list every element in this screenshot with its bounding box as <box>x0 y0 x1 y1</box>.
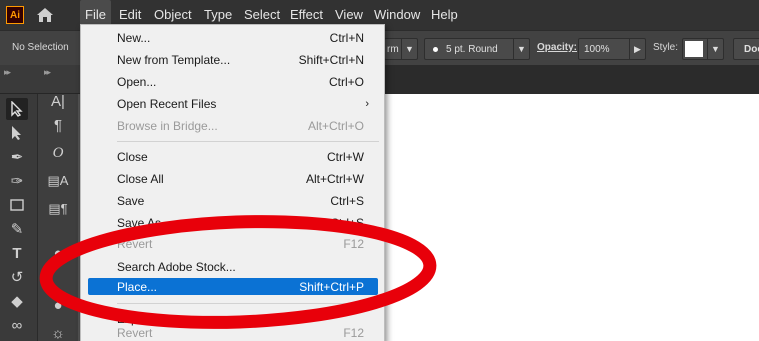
chevron-down-icon[interactable]: ▼ <box>401 39 417 59</box>
menu-item-shortcut: Ctrl+S <box>330 193 364 208</box>
menu-separator <box>117 141 379 142</box>
menu-item-label: Open Recent Files <box>117 96 217 111</box>
menu-item-label: Close <box>117 149 148 164</box>
menu-item-shortcut: F12 <box>343 325 364 340</box>
rectangle-tool-icon[interactable] <box>6 194 28 216</box>
tools-panel-secondary: A| ¶ O ▤A ▤¶ ● ● ☼ <box>38 93 78 341</box>
menu-item-label: Revert <box>117 325 153 340</box>
swatch-circle-icon[interactable]: ● <box>47 242 69 264</box>
menu-item-revert: Revert F12 <box>84 233 381 254</box>
paintbrush-tool-icon[interactable]: ✎ <box>6 218 28 240</box>
menu-item-shortcut: Shift+Ctrl+S <box>299 215 364 230</box>
menu-item-label: New from Template... <box>117 52 231 67</box>
menu-item-label: Save As... <box>117 215 172 230</box>
tool-option-icon[interactable]: ● <box>47 294 69 316</box>
menu-item-label: Search Adobe Stock... <box>117 259 236 274</box>
menu-item-save-as[interactable]: Save As... Shift+Ctrl+S <box>84 212 381 233</box>
style-swatch <box>685 41 703 57</box>
chevron-down-icon[interactable]: ▼ <box>513 39 529 59</box>
selection-status: No Selection <box>12 42 69 53</box>
lasso-tool-icon[interactable]: ∞ <box>6 314 28 336</box>
opacity-value: 100% <box>584 43 610 55</box>
opacity-field[interactable]: 100% ▶ <box>578 38 646 60</box>
type-tool-icon[interactable]: T <box>6 242 28 264</box>
menu-item-revert-duplicate: Revert F12 <box>84 322 381 341</box>
menu-item-label: Revert <box>117 236 153 251</box>
menu-item-label: Open... <box>117 74 157 89</box>
menu-item-shortcut: Ctrl+O <box>328 74 364 89</box>
selection-tool-icon[interactable] <box>6 98 28 120</box>
menu-item-label: New... <box>117 30 151 45</box>
menu-item-close[interactable]: Close Ctrl+W <box>84 146 381 167</box>
touch-type-tool-icon[interactable]: ▤A <box>47 170 69 192</box>
menu-item-shortcut: Shift+Ctrl+N <box>298 52 364 67</box>
menu-item-label: Save <box>117 193 145 208</box>
menu-item-save[interactable]: Save Ctrl+S <box>84 190 381 211</box>
menu-item-shortcut: Alt+Ctrl+O <box>307 118 364 133</box>
eraser-tool-icon[interactable]: ◆ <box>6 290 28 312</box>
opacity-label: Opacity: <box>537 42 578 53</box>
menu-help[interactable]: Help <box>426 0 463 30</box>
area-type-tool-icon[interactable]: A| <box>47 90 69 112</box>
collapse-toolbar-icon[interactable]: ▸▸ <box>4 67 11 78</box>
document-setup-label: Doc <box>744 43 759 55</box>
menu-item-close-all[interactable]: Close All Alt+Ctrl+W <box>84 168 381 189</box>
menu-separator <box>117 303 379 304</box>
menu-item-shortcut: Alt+Ctrl+W <box>305 171 364 186</box>
menu-item-shortcut: Ctrl+W <box>327 149 364 164</box>
app-logo-icon: Ai <box>6 6 24 24</box>
menu-item-open[interactable]: Open... Ctrl+O <box>84 71 381 92</box>
menu-item-new-from-template[interactable]: New from Template... Shift+Ctrl+N <box>84 49 381 70</box>
stroke-width-field[interactable]: rm ▼ <box>384 38 418 60</box>
brush-dot-icon <box>433 46 438 52</box>
direct-selection-tool-icon[interactable] <box>6 122 28 144</box>
collapse-panel-icon[interactable]: ▸▸ <box>44 67 51 78</box>
style-label: Style: <box>653 42 679 53</box>
chevron-down-icon[interactable]: ▼ <box>707 39 723 59</box>
home-icon[interactable] <box>36 7 54 23</box>
tools-panel: ✒ ✑ ✎ T ↺ ◆ ∞ <box>0 94 38 341</box>
sun-icon[interactable]: ☼ <box>47 322 69 341</box>
stroke-width-value: rm <box>387 43 399 55</box>
pen-tool-icon[interactable]: ✒ <box>6 146 28 168</box>
menu-item-place[interactable]: Place... Shift+Ctrl+P <box>88 278 378 295</box>
menu-item-search-adobe-stock[interactable]: Search Adobe Stock... <box>84 256 381 277</box>
menu-item-shortcut: Ctrl+N <box>329 30 364 45</box>
menu-item-open-recent-files[interactable]: Open Recent Files › <box>84 93 381 114</box>
menu-item-new[interactable]: New... Ctrl+N <box>84 27 381 48</box>
menu-item-label: Close All <box>117 171 164 186</box>
file-menu-dropdown: New... Ctrl+N New from Template... Shift… <box>80 24 385 341</box>
vertical-type-tool-icon[interactable]: ▤¶ <box>47 198 69 220</box>
brush-definition-dropdown[interactable]: 5 pt. Round ▼ <box>424 38 530 60</box>
brush-definition-value: 5 pt. Round <box>446 43 498 55</box>
submenu-arrow-icon: › <box>365 97 369 110</box>
menu-item-shortcut: Shift+Ctrl+P <box>299 279 364 294</box>
menu-item-label: Place... <box>117 279 158 294</box>
document-setup-button[interactable]: Doc <box>733 38 759 60</box>
rotate-tool-icon[interactable]: ↺ <box>6 266 28 288</box>
paragraph-icon[interactable]: ¶ <box>47 114 69 136</box>
menu-item-shortcut: F12 <box>343 236 364 251</box>
menu-item-browse-in-bridge: Browse in Bridge... Alt+Ctrl+O <box>84 115 381 136</box>
curvature-tool-icon[interactable]: ✑ <box>6 170 28 192</box>
glyph-icon[interactable]: O <box>47 142 69 164</box>
menu-item-label: Browse in Bridge... <box>117 118 218 133</box>
style-dropdown[interactable]: ▼ <box>682 38 724 60</box>
chevron-right-icon[interactable]: ▶ <box>629 39 645 59</box>
